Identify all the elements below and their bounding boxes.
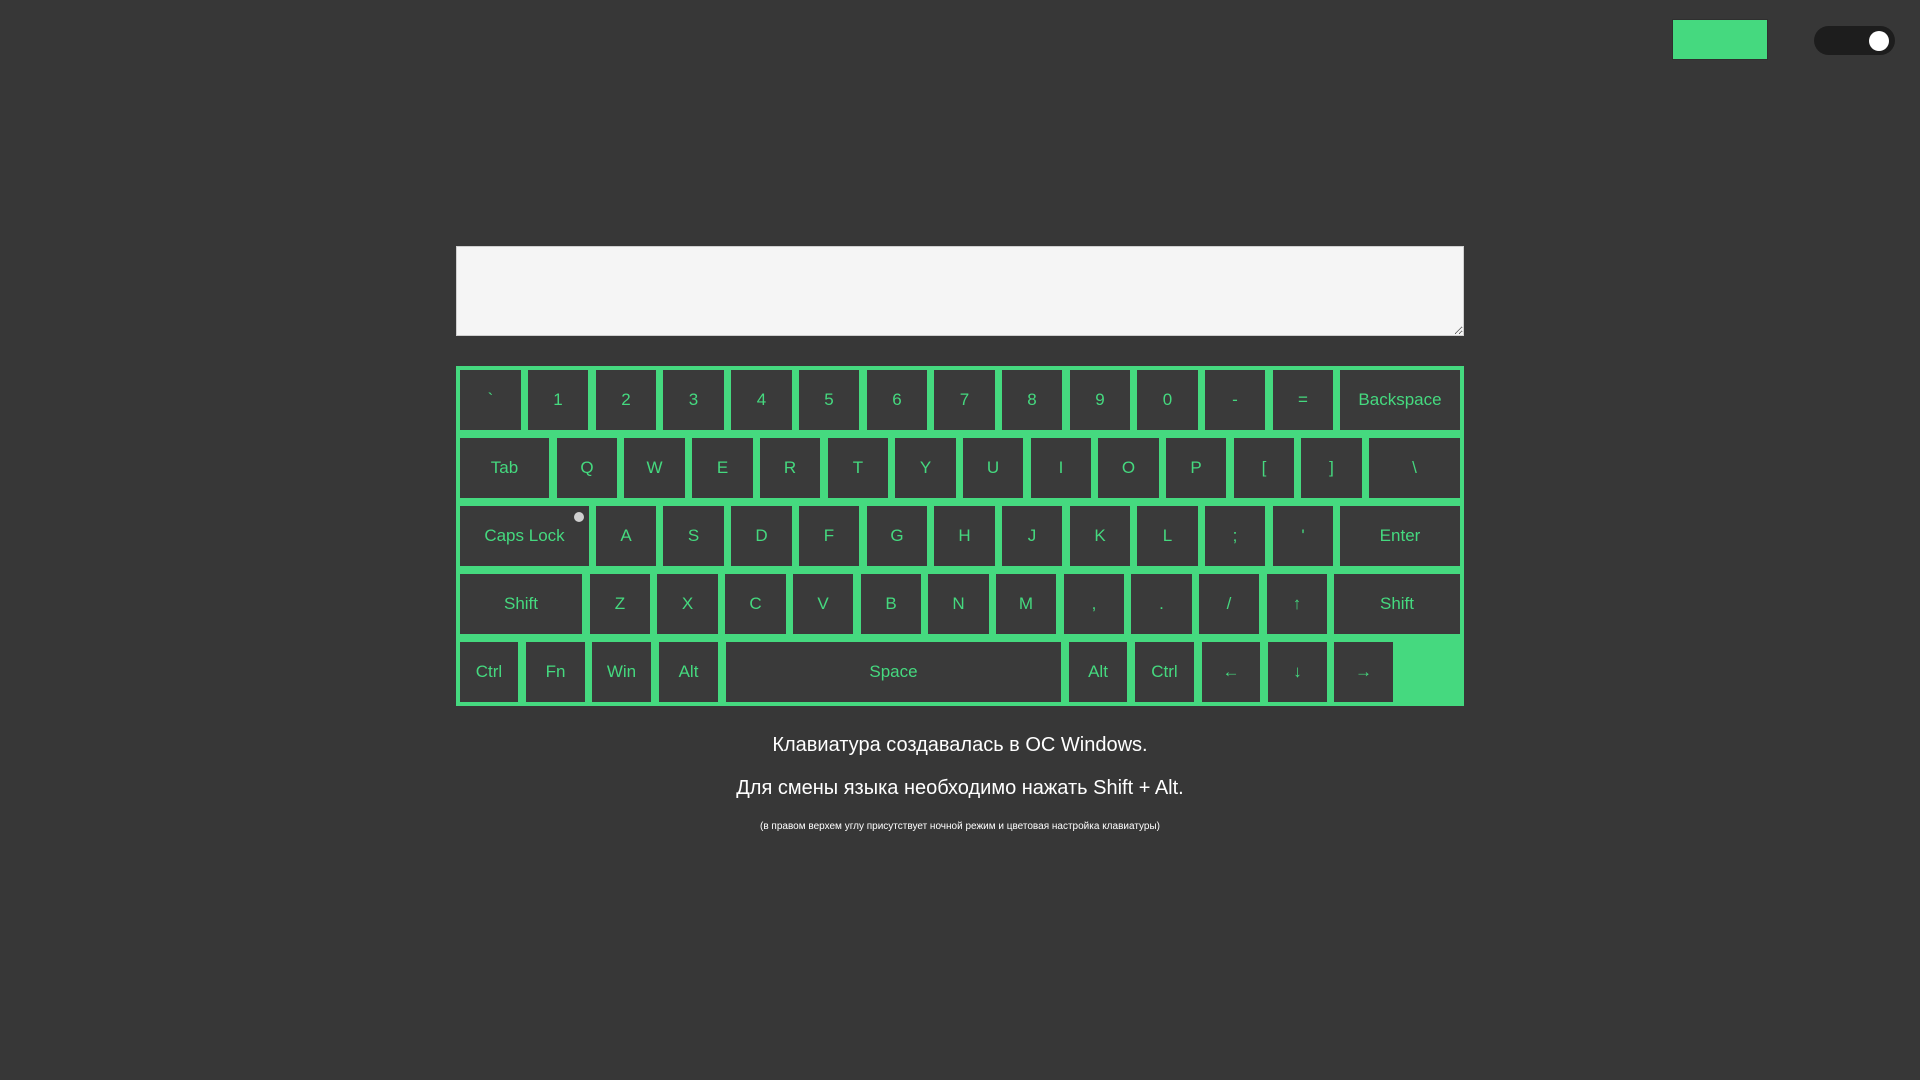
key-t[interactable]: T [828, 438, 888, 498]
key-period[interactable]: . [1131, 574, 1192, 634]
key-s[interactable]: S [663, 506, 724, 566]
key-v[interactable]: V [793, 574, 853, 634]
key-backspace[interactable]: Backspace [1340, 370, 1460, 430]
key-h[interactable]: H [934, 506, 995, 566]
key-g[interactable]: G [867, 506, 927, 566]
key-e[interactable]: E [692, 438, 753, 498]
key-9[interactable]: 9 [1070, 370, 1130, 430]
key-c[interactable]: C [725, 574, 786, 634]
key-j[interactable]: J [1002, 506, 1062, 566]
key-caps-lock-label: Caps Lock [484, 526, 565, 545]
key-6[interactable]: 6 [867, 370, 927, 430]
key-7[interactable]: 7 [934, 370, 995, 430]
key-a[interactable]: A [596, 506, 656, 566]
key-slash[interactable]: / [1199, 574, 1259, 634]
key-i[interactable]: I [1031, 438, 1091, 498]
keyboard-row-4: Shift Z X C V B N M , . / ↑ Shift [456, 570, 1464, 638]
key-right-bracket[interactable]: ] [1301, 438, 1362, 498]
keyboard-row-3: Caps Lock A S D F G H J K L ; ' Enter [456, 502, 1464, 570]
key-comma[interactable]: , [1064, 574, 1124, 634]
key-enter[interactable]: Enter [1340, 506, 1460, 566]
key-b[interactable]: B [861, 574, 921, 634]
key-0[interactable]: 0 [1137, 370, 1198, 430]
info-language-switch-hint: Для смены языка необходимо нажать Shift … [736, 777, 1184, 799]
key-quote[interactable]: ' [1273, 506, 1333, 566]
key-win[interactable]: Win [592, 642, 651, 702]
key-k[interactable]: K [1070, 506, 1130, 566]
key-z[interactable]: Z [590, 574, 650, 634]
key-semicolon[interactable]: ; [1205, 506, 1265, 566]
key-u[interactable]: U [963, 438, 1023, 498]
key-arrow-left[interactable]: ← [1202, 642, 1260, 702]
key-y[interactable]: Y [895, 438, 956, 498]
info-settings-note: (в правом верхем углу присутствует ночно… [760, 821, 1160, 832]
key-1[interactable]: 1 [528, 370, 588, 430]
key-space[interactable]: Space [726, 642, 1061, 702]
info-windows-note: Клавиатура создавалась в ОС Windows. [772, 734, 1148, 756]
key-right-shift[interactable]: Shift [1334, 574, 1460, 634]
keyboard-row-5: Ctrl Fn Win Alt Space Alt Ctrl ← ↓ → [456, 638, 1464, 706]
caps-lock-indicator-icon [574, 512, 584, 522]
key-tab[interactable]: Tab [460, 438, 549, 498]
key-left-shift[interactable]: Shift [460, 574, 582, 634]
key-left-ctrl[interactable]: Ctrl [460, 642, 518, 702]
key-arrow-up[interactable]: ↑ [1267, 574, 1327, 634]
key-arrow-right[interactable]: → [1334, 642, 1393, 702]
key-arrow-down[interactable]: ↓ [1268, 642, 1327, 702]
key-r[interactable]: R [760, 438, 820, 498]
key-w[interactable]: W [624, 438, 685, 498]
keyboard-row-1: ` 1 2 3 4 5 6 7 8 9 0 - = Backspace [456, 366, 1464, 434]
key-right-alt[interactable]: Alt [1069, 642, 1127, 702]
key-right-ctrl[interactable]: Ctrl [1135, 642, 1194, 702]
key-8[interactable]: 8 [1002, 370, 1062, 430]
key-2[interactable]: 2 [596, 370, 656, 430]
toggle-knob-icon [1869, 31, 1889, 51]
key-4[interactable]: 4 [731, 370, 792, 430]
key-l[interactable]: L [1137, 506, 1198, 566]
key-left-bracket[interactable]: [ [1234, 438, 1294, 498]
virtual-keyboard: ` 1 2 3 4 5 6 7 8 9 0 - = Backspace Tab … [456, 366, 1464, 706]
key-left-alt[interactable]: Alt [659, 642, 718, 702]
key-fn[interactable]: Fn [526, 642, 585, 702]
key-backslash[interactable]: \ [1369, 438, 1460, 498]
key-o[interactable]: O [1098, 438, 1159, 498]
keyboard-row-2: Tab Q W E R T Y U I O P [ ] \ [456, 434, 1464, 502]
key-caps-lock[interactable]: Caps Lock [460, 506, 589, 566]
key-p[interactable]: P [1166, 438, 1226, 498]
key-equals[interactable]: = [1273, 370, 1333, 430]
key-minus[interactable]: - [1205, 370, 1265, 430]
key-backtick[interactable]: ` [460, 370, 521, 430]
key-d[interactable]: D [731, 506, 792, 566]
key-3[interactable]: 3 [663, 370, 724, 430]
color-picker-button[interactable] [1672, 19, 1768, 60]
key-f[interactable]: F [799, 506, 859, 566]
night-mode-toggle[interactable] [1814, 26, 1895, 55]
key-5[interactable]: 5 [799, 370, 859, 430]
key-n[interactable]: N [928, 574, 989, 634]
key-q[interactable]: Q [557, 438, 617, 498]
key-m[interactable]: M [996, 574, 1056, 634]
key-x[interactable]: X [657, 574, 718, 634]
text-input[interactable] [456, 246, 1464, 336]
